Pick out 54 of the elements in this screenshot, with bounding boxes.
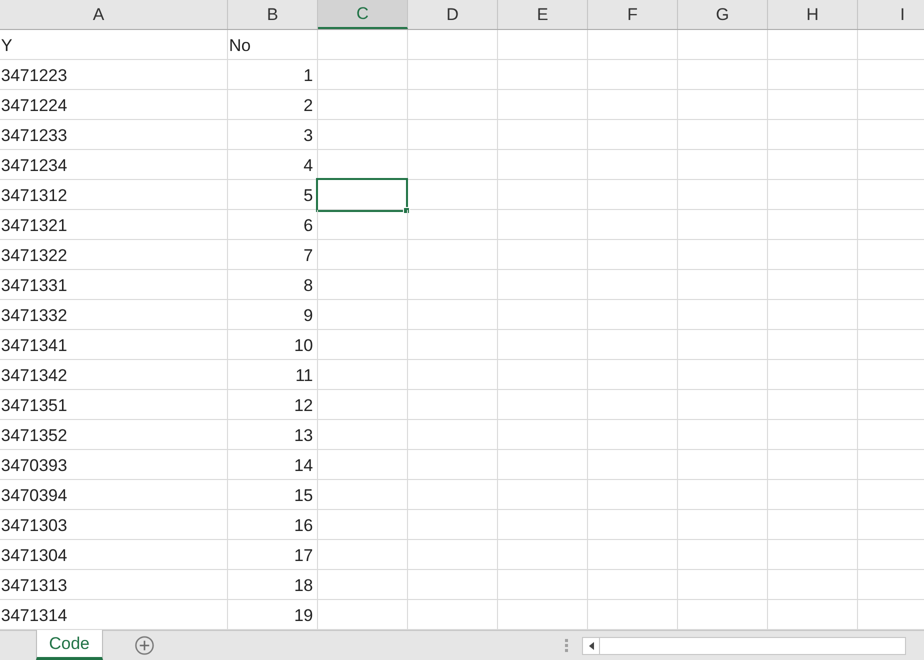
table-cell: 14 — [228, 450, 318, 481]
table-cell: 3470393 — [0, 450, 228, 481]
table-cell: 12 — [228, 390, 318, 421]
table-cell: 3471313 — [0, 570, 228, 601]
left-triangle-icon — [588, 642, 594, 650]
plus-circle-icon — [134, 636, 154, 655]
table-cell: 3471351 — [0, 390, 228, 421]
table-cell: 3471234 — [0, 150, 228, 181]
table-cell: 3471312 — [0, 180, 228, 211]
splitter-dots-icon[interactable] — [565, 639, 568, 652]
table-cell: 5 — [228, 180, 318, 211]
column-header[interactable]: E — [498, 0, 588, 29]
table-cell: 6 — [228, 210, 318, 241]
table-cell: 3471304 — [0, 540, 228, 571]
scroll-left-button[interactable] — [582, 636, 600, 654]
table-cell: 3471224 — [0, 90, 228, 121]
table-cell: 4 — [228, 150, 318, 181]
table-cell: 3471321 — [0, 210, 228, 241]
table-cell: 15 — [228, 480, 318, 511]
table-cell: 3471233 — [0, 120, 228, 151]
table-cell: 3 — [228, 120, 318, 151]
table-cell: 10 — [228, 330, 318, 361]
column-header[interactable]: H — [768, 0, 858, 29]
table-cell: 7 — [228, 240, 318, 271]
table-cell: 17 — [228, 540, 318, 571]
column-header[interactable]: A — [0, 0, 228, 29]
column-header[interactable]: G — [678, 0, 768, 29]
table-cell: 3471223 — [0, 60, 228, 91]
table-cell: No — [228, 30, 318, 61]
table-cell: 13 — [228, 420, 318, 451]
table-cell: 3471341 — [0, 330, 228, 361]
scrollbar-thumb[interactable] — [600, 636, 906, 654]
column-header[interactable]: F — [588, 0, 678, 29]
table-cell: 16 — [228, 510, 318, 541]
column-header[interactable]: D — [408, 0, 498, 29]
table-cell: 8 — [228, 270, 318, 301]
table-cell: 2 — [228, 90, 318, 121]
column-header[interactable]: C — [318, 0, 408, 29]
table-cell: 9 — [228, 300, 318, 331]
sheet-tab[interactable]: Code — [36, 630, 103, 660]
table-cell: 3471352 — [0, 420, 228, 451]
table-cell: 3470394 — [0, 480, 228, 511]
column-header[interactable]: I — [858, 0, 924, 29]
table-cell: Y — [0, 30, 228, 61]
table-cell: 18 — [228, 570, 318, 601]
table-cell: 3471303 — [0, 510, 228, 541]
table-cell: 3471322 — [0, 240, 228, 271]
table-cell: 3471332 — [0, 300, 228, 331]
table-cell: 1 — [228, 60, 318, 91]
new-sheet-button[interactable] — [134, 636, 154, 655]
table-cell: 3471342 — [0, 360, 228, 391]
fill-handle-icon[interactable] — [403, 207, 410, 214]
table-cell: 3471331 — [0, 270, 228, 301]
table-cell: 11 — [228, 360, 318, 391]
